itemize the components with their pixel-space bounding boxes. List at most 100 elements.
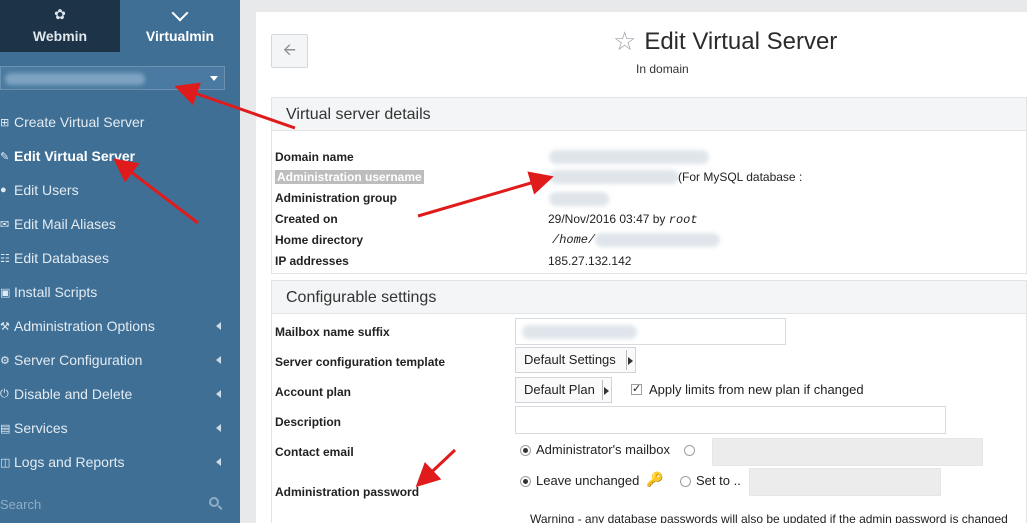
cog-icon: ⚙ bbox=[0, 354, 10, 367]
set-password-radio[interactable] bbox=[680, 476, 691, 487]
admin-password-label: Administration password bbox=[275, 485, 420, 499]
account-plan-select[interactable]: Default Plan bbox=[515, 377, 612, 403]
created-on-value: 29/Nov/2016 03:47 by root bbox=[548, 210, 698, 228]
chevron-down-icon bbox=[171, 4, 189, 22]
mailbox-suffix-input[interactable] bbox=[515, 318, 786, 345]
main-panel: 🡨 ☆ Edit Virtual Server In domain Virtua… bbox=[256, 12, 1027, 523]
set-password-label: Set to .. bbox=[696, 473, 741, 488]
admin-username-value bbox=[549, 170, 679, 184]
sidebar-item-install-scripts[interactable]: ▣ Install Scripts bbox=[0, 275, 240, 309]
sidebar-item-label: Edit Users bbox=[14, 182, 79, 198]
domain-selector-value bbox=[5, 73, 145, 85]
sidebar-item-edit-users[interactable]: ● Edit Users bbox=[0, 173, 240, 207]
sidebar-item-edit-mail-aliases[interactable]: ✉ Edit Mail Aliases bbox=[0, 207, 240, 241]
admin-username-label: Administration username bbox=[275, 168, 424, 186]
home-directory-value: /home/ bbox=[552, 233, 596, 247]
title-bar: ☆ Edit Virtual Server bbox=[613, 26, 837, 57]
domain-name-label: Domain name bbox=[275, 150, 354, 164]
caret-left-icon bbox=[216, 390, 221, 398]
created-on-label: Created on bbox=[275, 212, 338, 226]
sidebar-item-label: Disable and Delete bbox=[14, 386, 133, 402]
admin-mailbox-label: Administrator's mailbox bbox=[536, 442, 670, 457]
description-input[interactable] bbox=[515, 406, 946, 434]
tab-virtualmin-label: Virtualmin bbox=[145, 28, 215, 44]
power-icon: ⏻ bbox=[0, 387, 9, 400]
sidebar-item-label: Services bbox=[14, 420, 68, 436]
description-label: Description bbox=[275, 415, 342, 429]
sidebar-item-logs-and-reports[interactable]: ◫ Logs and Reports bbox=[0, 445, 240, 479]
sidebar-item-label: Edit Databases bbox=[14, 250, 109, 266]
sidebar-item-services[interactable]: ▤ Services bbox=[0, 411, 240, 445]
sidebar-item-edit-databases[interactable]: ☷ Edit Databases bbox=[0, 241, 240, 275]
admin-group-value bbox=[549, 192, 609, 206]
server-icon: ▤ bbox=[0, 422, 11, 435]
edit-icon: ✎ bbox=[0, 150, 10, 163]
sidebar-item-label: Administration Options bbox=[14, 318, 155, 334]
domain-selector[interactable] bbox=[0, 66, 225, 90]
caret-down-icon bbox=[210, 76, 218, 81]
file-icon: ◫ bbox=[0, 456, 11, 469]
admin-username-label-text: Administration username bbox=[275, 170, 424, 184]
caret-left-icon bbox=[216, 458, 221, 466]
sidebar-item-label: Edit Mail Aliases bbox=[14, 216, 116, 232]
mailbox-suffix-value bbox=[522, 325, 637, 339]
tab-webmin[interactable]: ✿ Webmin bbox=[0, 0, 120, 52]
sidebar-item-disable-and-delete[interactable]: ⏻ Disable and Delete bbox=[0, 377, 240, 411]
account-plan-label: Account plan bbox=[275, 385, 352, 399]
password-warning: Warning - any database passwords will al… bbox=[530, 512, 1008, 523]
plus-square-icon: ⊞ bbox=[0, 116, 10, 129]
admin-mailbox-radio[interactable] bbox=[520, 445, 531, 456]
server-template-select[interactable]: Default Settings bbox=[515, 347, 636, 373]
search-icon[interactable] bbox=[209, 497, 219, 507]
database-icon: ☷ bbox=[0, 252, 10, 265]
sidebar-item-label: Edit Virtual Server bbox=[14, 148, 136, 164]
other-email-radio[interactable] bbox=[684, 445, 695, 456]
sidebar-item-administration-options[interactable]: ⚒ Administration Options bbox=[0, 309, 240, 343]
apply-limits-label: Apply limits from new plan if changed bbox=[649, 382, 864, 397]
back-button[interactable]: 🡨 bbox=[271, 34, 308, 68]
caret-right-icon bbox=[604, 387, 609, 395]
caret-left-icon bbox=[216, 424, 221, 432]
home-directory-redacted bbox=[595, 233, 720, 247]
server-template-value: Default Settings bbox=[524, 352, 616, 367]
leave-unchanged-radio[interactable] bbox=[520, 476, 531, 487]
section-heading: Configurable settings bbox=[272, 281, 1026, 314]
caret-left-icon bbox=[216, 322, 221, 330]
configurable-settings-section: Configurable settings Mailbox name suffi… bbox=[271, 280, 1027, 523]
sidebar: ✿ Webmin Virtualmin ⊞ Create Virtual Ser… bbox=[0, 0, 240, 523]
tab-virtualmin[interactable]: Virtualmin bbox=[120, 0, 240, 52]
envelope-icon: ✉ bbox=[0, 218, 10, 231]
star-icon[interactable]: ☆ bbox=[613, 26, 636, 57]
created-by-user: root bbox=[668, 213, 698, 227]
wrench-icon: ⚒ bbox=[0, 320, 10, 333]
leave-unchanged-label: Leave unchanged bbox=[536, 473, 640, 488]
archive-icon: ▣ bbox=[0, 286, 11, 299]
sidebar-item-label: Create Virtual Server bbox=[14, 114, 145, 130]
ip-addresses-label: IP addresses bbox=[275, 254, 349, 268]
users-icon: ● bbox=[0, 184, 7, 196]
apply-limits-checkbox[interactable]: ✓ bbox=[631, 384, 642, 395]
password-input[interactable] bbox=[749, 468, 941, 496]
tab-webmin-label: Webmin bbox=[32, 28, 88, 44]
virtual-server-details-section: Virtual server details Domain name Admin… bbox=[271, 97, 1027, 274]
mailbox-suffix-label: Mailbox name suffix bbox=[275, 325, 390, 339]
sidebar-item-label: Install Scripts bbox=[14, 284, 98, 300]
caret-left-icon bbox=[216, 356, 221, 364]
contact-email-input[interactable] bbox=[712, 438, 983, 466]
section-heading: Virtual server details bbox=[272, 98, 1026, 131]
page-title: Edit Virtual Server bbox=[644, 27, 838, 55]
account-plan-value: Default Plan bbox=[524, 382, 595, 397]
sidebar-item-create-virtual-server[interactable]: ⊞ Create Virtual Server bbox=[0, 105, 240, 139]
mysql-database-note: (For MySQL database : bbox=[678, 170, 803, 184]
sidebar-item-edit-virtual-server[interactable]: ✎ Edit Virtual Server bbox=[0, 139, 240, 173]
domain-name-value bbox=[549, 150, 709, 164]
sidebar-menu: ⊞ Create Virtual Server ✎ Edit Virtual S… bbox=[0, 105, 240, 479]
sidebar-item-server-configuration[interactable]: ⚙ Server Configuration bbox=[0, 343, 240, 377]
sidebar-item-label: Logs and Reports bbox=[14, 454, 125, 470]
key-icon[interactable]: 🔑 bbox=[646, 471, 663, 488]
home-directory-label: Home directory bbox=[275, 233, 364, 247]
search-input[interactable] bbox=[0, 492, 225, 516]
contact-email-label: Contact email bbox=[275, 445, 354, 459]
server-template-label: Server configuration template bbox=[275, 355, 446, 369]
sidebar-search bbox=[0, 492, 225, 516]
